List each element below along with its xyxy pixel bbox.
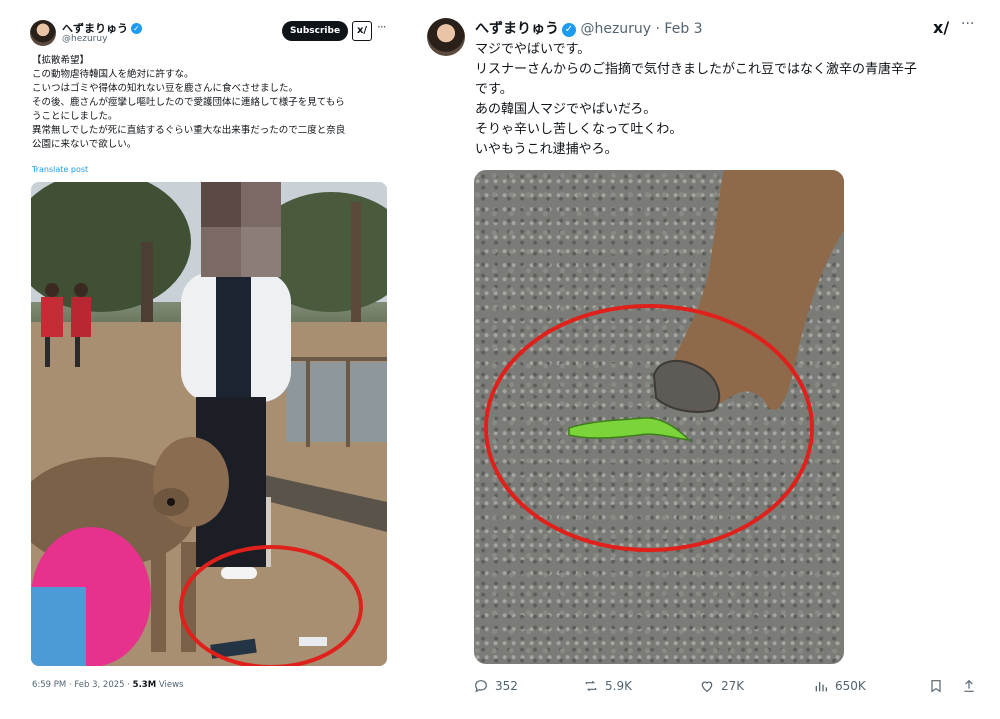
- reply-icon: [475, 680, 487, 693]
- post-photo[interactable]: [31, 182, 387, 666]
- post-header: へずまりゅう ✓ @hezuruy · Feb 3: [475, 18, 703, 38]
- post-text-line: いやもうこれ逮捕やろ。: [475, 142, 618, 157]
- right-post: へずまりゅう ✓ @hezuruy · Feb 3 x/ ··· マジでやばいです…: [415, 6, 983, 706]
- post-text-line: 公園に来ないで欲しい。: [32, 139, 137, 150]
- translate-post-link[interactable]: Translate post: [32, 165, 88, 174]
- post-text-line: 異常無しでしたが死に直結するぐらい重大な出来事だったので二度と奈良: [32, 125, 346, 136]
- reply-button[interactable]: 352: [473, 678, 518, 694]
- park-scene-illustration: [31, 182, 387, 666]
- repost-button[interactable]: 5.9K: [583, 678, 632, 694]
- post-date[interactable]: · Feb 3: [656, 21, 703, 37]
- post-text-line: 【拡散希望】: [32, 55, 90, 66]
- more-icon[interactable]: ···: [377, 20, 387, 34]
- views-count: 5.3M: [132, 680, 157, 690]
- repost-icon: [585, 680, 597, 692]
- post-photo[interactable]: [474, 170, 844, 664]
- grok-icon[interactable]: x/: [352, 21, 372, 41]
- views-count: 650K: [835, 679, 866, 693]
- like-button[interactable]: 27K: [699, 678, 744, 694]
- share-button[interactable]: [961, 678, 983, 694]
- grok-icon[interactable]: x/: [933, 18, 949, 37]
- subscribe-button[interactable]: Subscribe: [282, 21, 348, 41]
- post-text-line: マジでやばいです。: [475, 42, 591, 57]
- repost-count: 5.9K: [605, 679, 632, 693]
- action-bar: 352 5.9K 27K 650K: [473, 678, 983, 698]
- views-icon: [815, 682, 827, 692]
- author-name[interactable]: へずまりゅう: [475, 21, 559, 37]
- post-text: マジでやばいです。 リスナーさんからのご指摘で気付きましたがこれ豆ではなく激辛の…: [475, 40, 980, 160]
- post-text: 【拡散希望】 この動物虐待韓国人を絶対に許すな。 こいつはゴミや得体の知れない豆…: [32, 54, 390, 152]
- verified-badge-icon: ✓: [131, 23, 142, 34]
- left-post: へずまりゅう ✓ @hezuruy Subscribe x/ ··· 【拡散希望】…: [22, 12, 392, 702]
- post-text-line: こいつはゴミや得体の知れない豆を鹿さんに食べさせました。: [32, 83, 299, 94]
- post-text-line: うことにしました。: [32, 111, 118, 122]
- reply-count: 352: [495, 679, 518, 693]
- like-icon: [701, 681, 713, 693]
- post-text-line: あの韓国人マジでやばいだろ。: [475, 102, 657, 117]
- post-text-line: です。: [475, 82, 513, 97]
- views-label: Views: [156, 680, 184, 690]
- post-text-line: その後、鹿さんが痙攣し嘔吐したので愛護団体に連絡して様子を見てもら: [32, 97, 345, 108]
- bookmark-icon: [931, 680, 941, 693]
- author-handle[interactable]: @hezuruy: [62, 34, 107, 44]
- avatar[interactable]: [427, 18, 465, 56]
- post-text-line: そりゃ辛いし苦しくなって吐くわ。: [475, 122, 683, 137]
- post-text-line: リスナーさんからのご指摘で気付きましたがこれ豆ではなく激辛の青唐辛子: [475, 62, 918, 77]
- post-timestamp[interactable]: 6:59 PM · Feb 3, 2025 ·: [32, 680, 133, 690]
- gravel-pepper-illustration: [484, 170, 844, 552]
- share-icon: [964, 679, 974, 692]
- more-icon[interactable]: ···: [961, 16, 974, 32]
- views-button[interactable]: 650K: [813, 678, 866, 694]
- post-text-line: この動物虐待韓国人を絶対に許すな。: [32, 69, 194, 80]
- bookmark-button[interactable]: [928, 678, 950, 694]
- verified-badge-icon: ✓: [562, 23, 576, 37]
- like-count: 27K: [721, 679, 745, 693]
- avatar[interactable]: [30, 20, 56, 46]
- author-handle[interactable]: @hezuruy: [580, 21, 651, 37]
- post-meta: 6:59 PM · Feb 3, 2025 · 5.3M Views: [32, 680, 184, 690]
